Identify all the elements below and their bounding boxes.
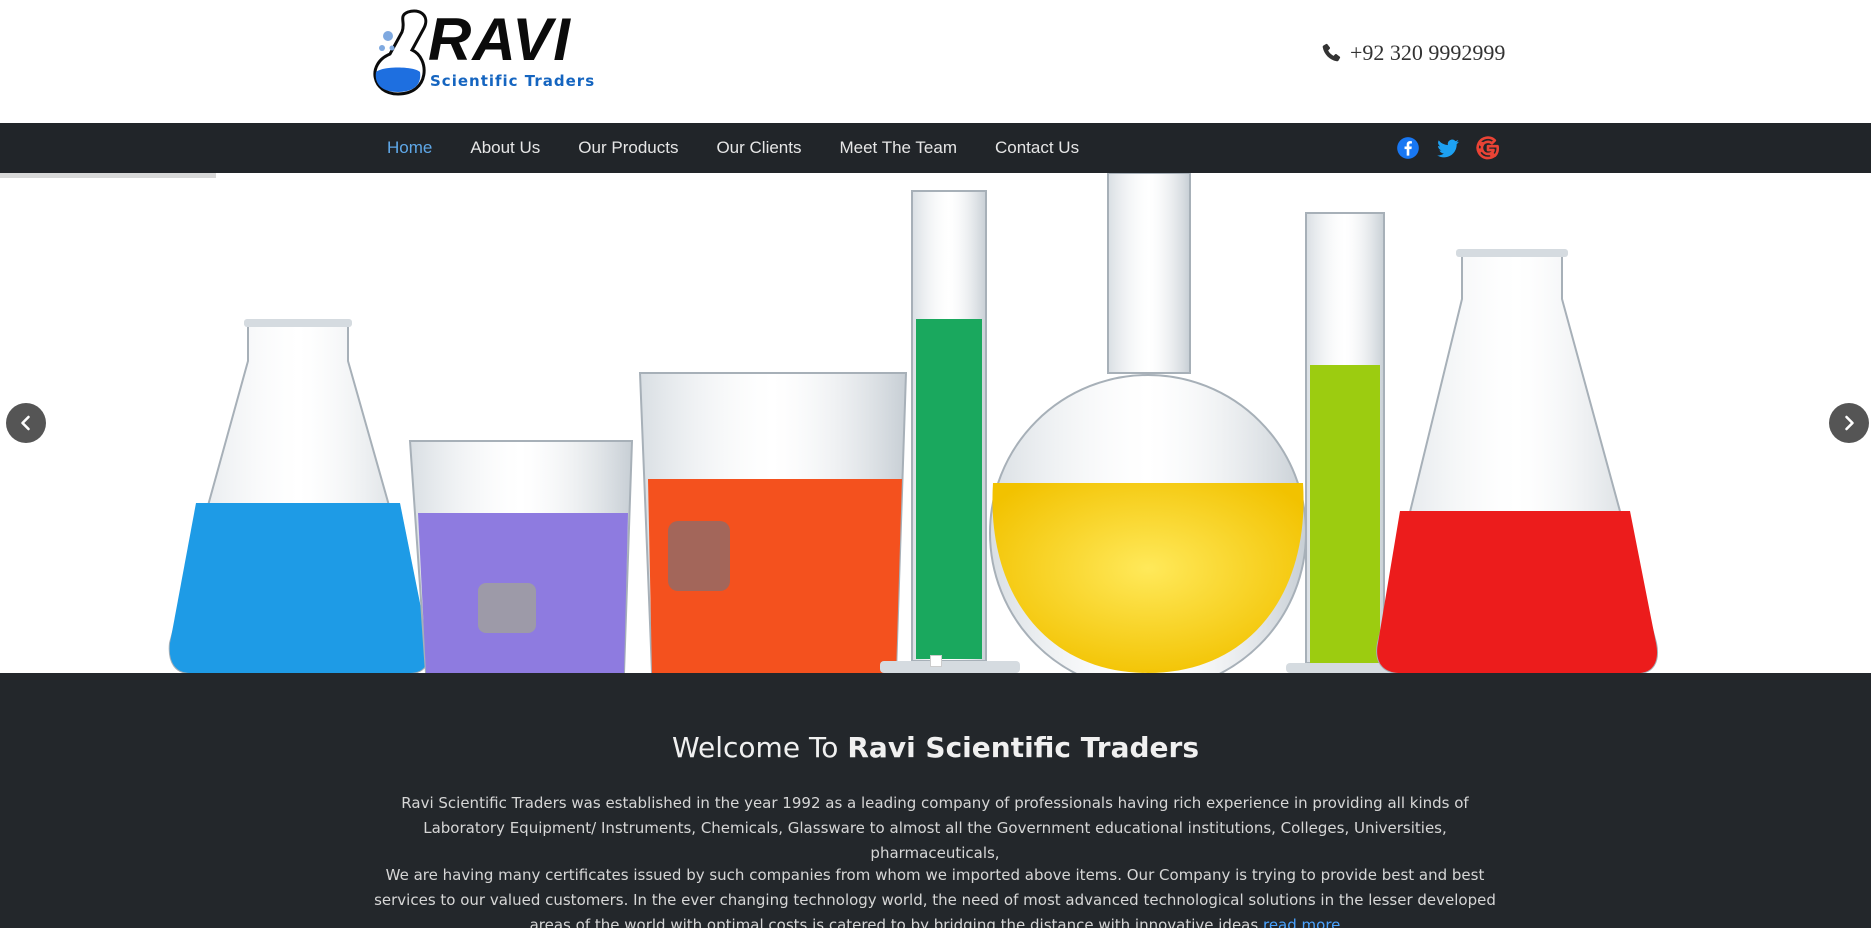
- welcome-title-company: Ravi Scientific Traders: [847, 731, 1200, 764]
- social-links: [1395, 135, 1501, 161]
- nav-item-home[interactable]: Home: [368, 138, 451, 158]
- chevron-right-icon: [1845, 415, 1854, 431]
- site-logo[interactable]: RAVI Scientific Traders: [368, 6, 594, 100]
- slider-pagination: [0, 655, 1871, 667]
- welcome-details-paragraph: We are having many certificates issued b…: [370, 863, 1500, 928]
- hero-slider: [0, 173, 1871, 673]
- brand-name: RAVI: [428, 6, 571, 73]
- twitter-icon[interactable]: [1435, 135, 1461, 161]
- slider-next-button[interactable]: [1829, 403, 1869, 443]
- nav-menu: Home About Us Our Products Our Clients M…: [368, 123, 1098, 173]
- nav-item-our-products[interactable]: Our Products: [559, 138, 697, 158]
- welcome-intro-paragraph: Ravi Scientific Traders was established …: [401, 794, 1469, 862]
- chevron-left-icon: [21, 415, 30, 431]
- welcome-title-prefix: Welcome To: [671, 731, 839, 764]
- google-icon[interactable]: [1475, 135, 1501, 161]
- phone-icon: [1322, 43, 1341, 62]
- phone-number: +92 320 9992999: [1350, 40, 1506, 65]
- slider-prev-button[interactable]: [6, 403, 46, 443]
- nav-item-meet-the-team[interactable]: Meet The Team: [820, 138, 976, 158]
- site-header: RAVI Scientific Traders +92 320 9992999: [0, 0, 1871, 123]
- welcome-section: Welcome To Ravi Scientific Traders Ravi …: [0, 673, 1871, 928]
- lab-glassware-image: [168, 173, 1658, 673]
- facebook-icon[interactable]: [1395, 135, 1421, 161]
- nav-item-our-clients[interactable]: Our Clients: [697, 138, 820, 158]
- nav-item-about-us[interactable]: About Us: [451, 138, 559, 158]
- welcome-title: Welcome To Ravi Scientific Traders: [0, 731, 1871, 764]
- header-phone[interactable]: +92 320 9992999: [1320, 40, 1505, 66]
- nav-item-contact-us[interactable]: Contact Us: [976, 138, 1098, 158]
- main-navbar: Home About Us Our Products Our Clients M…: [0, 123, 1871, 173]
- slider-dot[interactable]: [929, 655, 942, 667]
- brand-tagline: Scientific Traders: [430, 72, 596, 90]
- read-more-link[interactable]: read more: [1263, 916, 1340, 928]
